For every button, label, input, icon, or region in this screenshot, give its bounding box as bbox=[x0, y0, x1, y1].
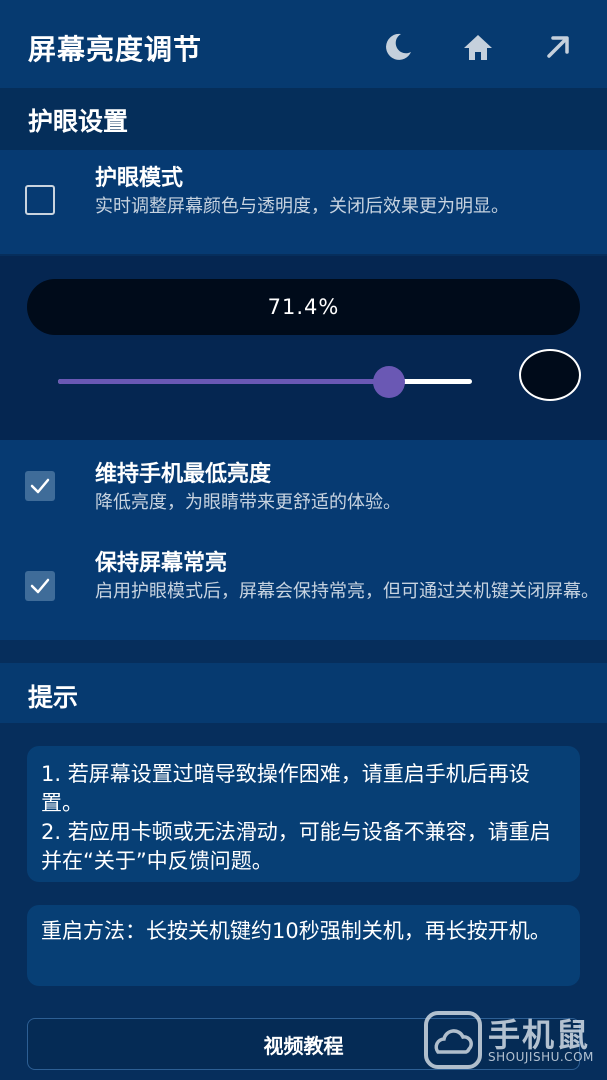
min-brightness-label: 维持手机最低亮度 bbox=[95, 462, 272, 487]
min-brightness-description: 降低亮度，为眼睛带来更舒适的体验。 bbox=[95, 492, 401, 513]
brightness-slider-thumb[interactable] bbox=[373, 366, 406, 398]
brightness-slider-track[interactable] bbox=[58, 379, 472, 384]
moon-icon[interactable] bbox=[378, 27, 418, 67]
eye-mode-description: 实时调整屏幕颜色与透明度，关闭后效果更为明显。 bbox=[95, 196, 509, 217]
check-icon bbox=[30, 578, 50, 594]
keep-screen-on-label: 保持屏幕常亮 bbox=[95, 551, 228, 576]
restart-method-text: 重启方法：长按关机键约10秒强制关机，再长按开机。 bbox=[41, 919, 551, 943]
home-icon[interactable] bbox=[458, 27, 498, 67]
eye-mode-label: 护眼模式 bbox=[95, 166, 184, 191]
brightness-value-display: 71.4% bbox=[27, 279, 580, 335]
watermark-domain: SHOUJISHU.COM bbox=[488, 1050, 594, 1064]
share-arrow-icon[interactable] bbox=[538, 27, 578, 67]
min-brightness-checkbox[interactable] bbox=[25, 471, 55, 501]
watermark-logo: 手机鼠 SHOUJISHU.COM bbox=[424, 1008, 604, 1072]
brightness-slider-fill bbox=[58, 379, 390, 384]
tip-line-1: 1. 若屏幕设置过暗导致操作困难，请重启手机后再设置。 bbox=[41, 762, 530, 815]
tips-title: 提示 bbox=[28, 683, 79, 712]
tips-header bbox=[0, 663, 607, 723]
restart-method-card: 重启方法：长按关机键约10秒强制关机，再长按开机。 bbox=[27, 905, 580, 986]
page-title: 屏幕亮度调节 bbox=[28, 33, 203, 66]
eye-mode-checkbox[interactable] bbox=[25, 185, 55, 215]
keep-screen-on-description: 启用护眼模式后，屏幕会保持常亮，但可通过关机键关闭屏幕。 bbox=[95, 581, 599, 602]
options-panel bbox=[0, 440, 607, 640]
keep-screen-on-checkbox[interactable] bbox=[25, 571, 55, 601]
color-preview-circle[interactable] bbox=[519, 349, 581, 401]
tip-line-2: 2. 若应用卡顿或无法滑动，可能与设备不兼容，请重启并在“关于”中反馈问题。 bbox=[41, 820, 551, 873]
eye-settings-title: 护眼设置 bbox=[28, 107, 129, 136]
tips-card: 1. 若屏幕设置过暗导致操作困难，请重启手机后再设置。 2. 若应用卡顿或无法滑… bbox=[27, 746, 580, 882]
check-icon bbox=[30, 478, 50, 494]
